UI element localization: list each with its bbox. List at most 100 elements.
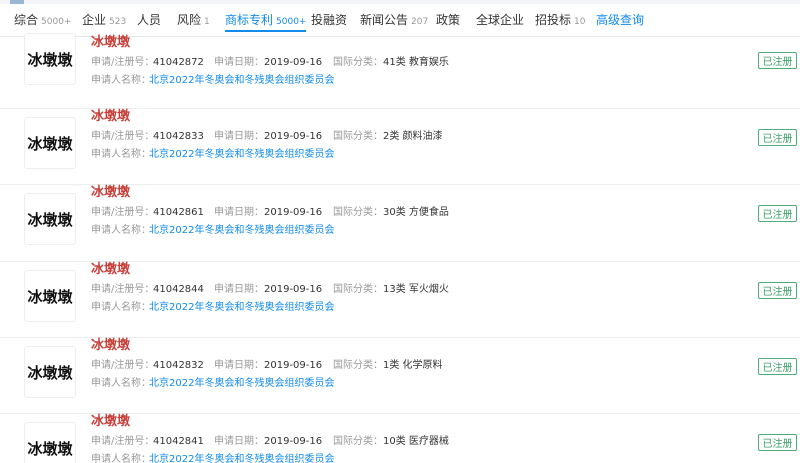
status-badge[interactable]: 已注册 <box>758 358 797 375</box>
apply-date-value: 2019-09-16 <box>264 131 323 142</box>
tab-4[interactable]: 商标专利 5000+ <box>225 10 307 32</box>
status-badge[interactable]: 已注册 <box>758 434 797 451</box>
reg-no-value: 41042841 <box>153 436 204 447</box>
applicant-link[interactable]: 北京2022年冬奥会和冬残奥会组织委员会 <box>149 453 334 463</box>
status-badge[interactable]: 已注册 <box>758 129 797 146</box>
intl-class-value: 30类 方便食品 <box>383 207 449 218</box>
top-stripe <box>0 0 800 4</box>
trademark-logo-text: 冰墩墩 <box>27 287 73 306</box>
list-item[interactable]: 冰墩墩 冰墩墩 申请/注册号： 41042841 申请日期： 2019-09-16 国际分类… <box>0 414 800 463</box>
search-category-tabbar: 综合 5000+ 企业 523 人员 风险 1 商标专利 5000+ 投融资 新闻公告 207 政策 全球… <box>0 0 800 37</box>
trademark-logo[interactable]: 冰墩墩 <box>24 117 76 169</box>
tab-0[interactable]: 综合 5000+ <box>14 10 71 32</box>
status-badge[interactable]: 已注册 <box>758 52 797 69</box>
applicant-row: 申请人名称： 北京2022年冬奥会和冬残奥会组织委员会 <box>91 224 491 238</box>
intl-class-value: 1类 化学原料 <box>383 360 443 371</box>
tab-label: 风险 <box>177 13 202 27</box>
reg-no-label: 申请/注册号： <box>91 57 155 68</box>
tab-7[interactable]: 政策 <box>436 10 460 32</box>
list-item[interactable]: 冰墩墩 冰墩墩 申请/注册号： 41042832 申请日期： 2019-09-16 国际分类… <box>0 338 800 414</box>
applicant-row: 申请人名称： 北京2022年冬奥会和冬残奥会组织委员会 <box>91 377 491 391</box>
tab-count: 5000+ <box>41 17 72 27</box>
tab-5[interactable]: 投融资 <box>311 10 347 32</box>
tab-1[interactable]: 企业 523 <box>82 10 126 32</box>
intl-class-label: 国际分类： <box>333 131 383 142</box>
reg-no-label: 申请/注册号： <box>91 284 155 295</box>
tab-label: 政策 <box>436 13 461 27</box>
tab-count: 207 <box>411 17 429 27</box>
trademark-logo[interactable]: 冰墩墩 <box>24 270 76 322</box>
apply-date-value: 2019-09-16 <box>264 284 323 295</box>
intl-class-label: 国际分类： <box>333 284 383 295</box>
reg-no-label: 申请/注册号： <box>91 207 155 218</box>
tab-10[interactable]: 高级查询 <box>596 10 644 32</box>
intl-class-value: 41类 教育娱乐 <box>383 57 449 68</box>
applicant-label: 申请人名称： <box>91 302 151 313</box>
trademark-logo[interactable]: 冰墩墩 <box>24 33 76 85</box>
trademark-name[interactable]: 冰墩墩 <box>91 262 130 278</box>
tab-label: 人员 <box>137 13 162 27</box>
apply-date-label: 申请日期： <box>214 436 264 447</box>
trademark-logo-text: 冰墩墩 <box>27 439 73 458</box>
apply-date-label: 申请日期： <box>214 131 264 142</box>
tab-9[interactable]: 招投标 10 <box>535 10 585 32</box>
applicant-label: 申请人名称： <box>91 378 151 389</box>
trademark-name[interactable]: 冰墩墩 <box>91 338 130 354</box>
applicant-label: 申请人名称： <box>91 149 151 160</box>
applicant-link[interactable]: 北京2022年冬奥会和冬残奥会组织委员会 <box>149 377 334 391</box>
trademark-name[interactable]: 冰墩墩 <box>91 109 130 125</box>
tab-3[interactable]: 风险 1 <box>177 10 210 32</box>
list-item[interactable]: 冰墩墩 冰墩墩 申请/注册号： 41042844 申请日期： 2019-09-16 国际分类… <box>0 262 800 338</box>
trademark-logo[interactable]: 冰墩墩 <box>24 346 76 398</box>
intl-class-value: 10类 医疗器械 <box>383 436 449 447</box>
list-item[interactable]: 冰墩墩 冰墩墩 申请/注册号： 41042861 申请日期： 2019-09-16 国际分类… <box>0 185 800 262</box>
tab-label: 企业 <box>82 13 107 27</box>
applicant-row: 申请人名称： 北京2022年冬奥会和冬残奥会组织委员会 <box>91 148 491 162</box>
trademark-name[interactable]: 冰墩墩 <box>91 185 130 201</box>
category-tabs: 综合 5000+ 企业 523 人员 风险 1 商标专利 5000+ 投融资 新闻公告 207 政策 全球… <box>0 10 800 32</box>
tab-count: 10 <box>574 17 586 27</box>
apply-date-label: 申请日期： <box>214 284 264 295</box>
trademark-logo-text: 冰墩墩 <box>27 363 73 382</box>
trademark-logo-text: 冰墩墩 <box>27 50 73 69</box>
apply-date-label: 申请日期： <box>214 57 264 68</box>
status-badge[interactable]: 已注册 <box>758 205 797 222</box>
reg-no-value: 41042844 <box>153 284 204 295</box>
trademark-logo[interactable]: 冰墩墩 <box>24 422 76 463</box>
intl-class-value: 13类 军火烟火 <box>383 284 449 295</box>
reg-no-label: 申请/注册号： <box>91 360 155 371</box>
reg-no-label: 申请/注册号： <box>91 131 155 142</box>
trademark-logo-text: 冰墩墩 <box>27 210 73 229</box>
applicant-link[interactable]: 北京2022年冬奥会和冬残奥会组织委员会 <box>149 74 334 88</box>
tab-label: 高级查询 <box>596 13 645 27</box>
tab-8[interactable]: 全球企业 <box>476 10 524 32</box>
apply-date-label: 申请日期： <box>214 360 264 371</box>
applicant-link[interactable]: 北京2022年冬奥会和冬残奥会组织委员会 <box>149 148 334 162</box>
applicant-row: 申请人名称： 北京2022年冬奥会和冬残奥会组织委员会 <box>91 453 491 463</box>
reg-no-value: 41042861 <box>153 207 204 218</box>
applicant-label: 申请人名称： <box>91 225 151 236</box>
intl-class-label: 国际分类： <box>333 57 383 68</box>
applicant-link[interactable]: 北京2022年冬奥会和冬残奥会组织委员会 <box>149 301 334 315</box>
intl-class-value: 2类 颜料油漆 <box>383 131 443 142</box>
applicant-row: 申请人名称： 北京2022年冬奥会和冬残奥会组织委员会 <box>91 74 491 88</box>
list-item[interactable]: 冰墩墩 冰墩墩 申请/注册号： 41042872 申请日期： 2019-09-16 国际分类… <box>0 33 800 109</box>
applicant-row: 申请人名称： 北京2022年冬奥会和冬残奥会组织委员会 <box>91 301 491 315</box>
list-item[interactable]: 冰墩墩 冰墩墩 申请/注册号： 41042833 申请日期： 2019-09-16 国际分类… <box>0 109 800 185</box>
tab-label: 全球企业 <box>476 13 525 27</box>
trademark-name[interactable]: 冰墩墩 <box>91 414 130 430</box>
status-badge[interactable]: 已注册 <box>758 282 797 299</box>
tab-count: 1 <box>204 17 210 27</box>
apply-date-value: 2019-09-16 <box>264 436 323 447</box>
trademark-logo[interactable]: 冰墩墩 <box>24 193 76 245</box>
reg-no-value: 41042832 <box>153 360 204 371</box>
trademark-name[interactable]: 冰墩墩 <box>91 35 130 51</box>
intl-class-label: 国际分类： <box>333 207 383 218</box>
applicant-label: 申请人名称： <box>91 454 151 463</box>
apply-date-value: 2019-09-16 <box>264 207 323 218</box>
tab-2[interactable]: 人员 <box>137 10 161 32</box>
reg-no-value: 41042833 <box>153 131 204 142</box>
tab-6[interactable]: 新闻公告 207 <box>360 10 428 32</box>
applicant-link[interactable]: 北京2022年冬奥会和冬残奥会组织委员会 <box>149 224 334 238</box>
apply-date-value: 2019-09-16 <box>264 360 323 371</box>
